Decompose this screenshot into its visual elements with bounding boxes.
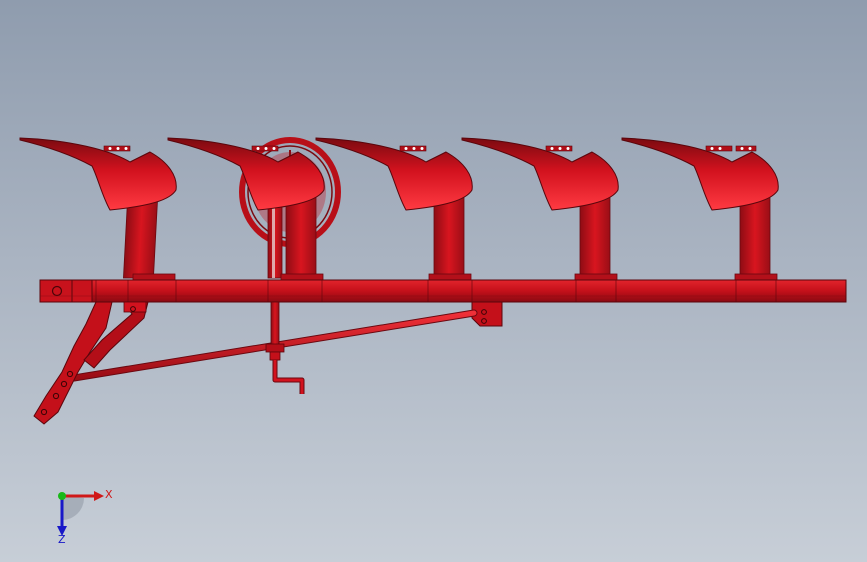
plough-model[interactable]	[0, 0, 867, 562]
y-axis-dot	[58, 492, 66, 500]
orientation-triad[interactable]: X Z	[44, 480, 114, 544]
plough-bottom-3[interactable]	[315, 137, 473, 283]
triad-plane-shading	[62, 496, 84, 520]
cad-viewport[interactable]: X Z	[0, 0, 867, 562]
x-axis-label: X	[105, 488, 113, 501]
z-axis-label: Z	[58, 533, 66, 544]
main-frame-beam[interactable]	[39, 279, 847, 303]
front-hitch-linkage[interactable]	[33, 301, 149, 425]
depth-adjustment-crank[interactable]	[265, 301, 305, 394]
plough-bottom-1[interactable]	[19, 137, 177, 283]
plough-bottom-4[interactable]	[461, 137, 619, 283]
plough-bottom-5[interactable]	[621, 137, 779, 283]
